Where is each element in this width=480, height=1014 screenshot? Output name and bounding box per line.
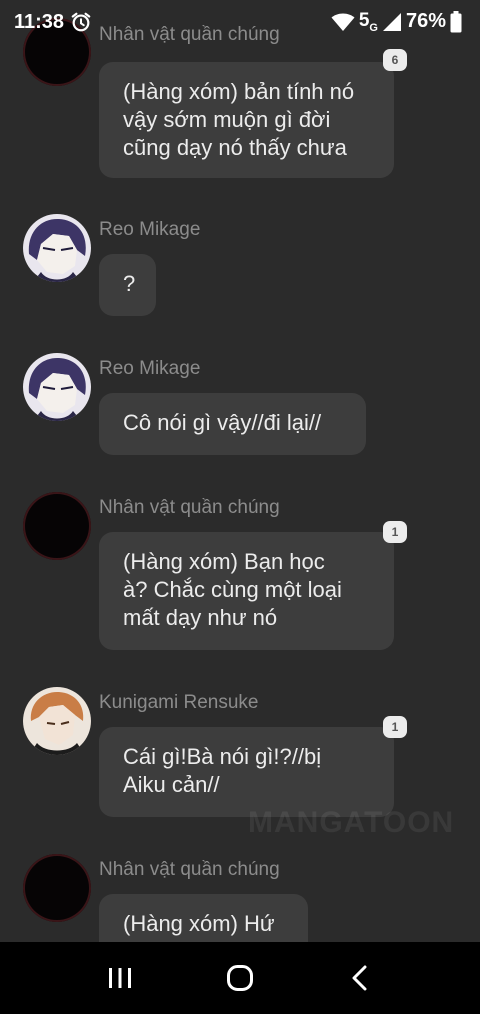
home-icon (227, 965, 253, 991)
message-line: Aiku cản// (123, 772, 220, 797)
message-bubble[interactable]: Cái gì!Bà nói gì!?//bị Aiku cản// (99, 727, 394, 817)
kunigami-avatar-image (23, 687, 91, 755)
message-line: cũng dạy nó thấy chưa (123, 135, 347, 160)
reo-avatar-image (23, 353, 91, 421)
recents-button[interactable] (90, 948, 150, 1008)
back-button[interactable] (330, 948, 390, 1008)
network-type: 5G (358, 10, 378, 34)
wifi-icon (331, 13, 355, 31)
avatar[interactable] (23, 854, 91, 922)
message-line: à? Chắc cùng một loại (123, 577, 342, 602)
battery-percent: 76% (405, 10, 446, 33)
comment-count-badge[interactable]: 6 (383, 49, 407, 71)
status-left: 11:38 (14, 11, 92, 34)
sender-name: Nhân vật quần chúng (99, 859, 280, 880)
message-line: (Hàng xóm) Hứ (123, 911, 275, 936)
sender-name: Kunigami Rensuke (99, 692, 259, 713)
comment-count-badge[interactable]: 1 (383, 716, 407, 738)
reo-avatar-image (23, 214, 91, 282)
message-line: vậy sớm muộn gì đời (123, 107, 331, 132)
message-line: mất dạy như nó (123, 605, 278, 630)
message-line: (Hàng xóm) Bạn học (123, 549, 325, 574)
avatar[interactable] (23, 353, 91, 421)
recents-icon (109, 968, 131, 988)
signal-icon (382, 12, 401, 31)
message-line: (Hàng xóm) bản tính nó (123, 79, 355, 104)
message-line: Cái gì!Bà nói gì!?//bị (123, 744, 322, 769)
status-bar: 11:38 5G 76% (0, 0, 480, 44)
watermark-logo: MANGATOON (248, 806, 455, 839)
alarm-icon (71, 12, 91, 32)
message-bubble[interactable]: ? (99, 254, 156, 316)
avatar[interactable] (23, 492, 91, 560)
back-icon (352, 965, 367, 991)
avatar[interactable] (23, 214, 91, 282)
chat-list[interactable]: Nhân vật quần chúng (Hàng xóm) bản tính … (0, 0, 480, 942)
message-bubble[interactable]: (Hàng xóm) bản tính nó vậy sớm muộn gì đ… (99, 62, 394, 178)
sender-name: Reo Mikage (99, 358, 201, 379)
clock: 11:38 (14, 10, 65, 33)
system-nav-bar (0, 942, 480, 1014)
comment-count-badge[interactable]: 1 (383, 521, 407, 543)
message-line: ? (123, 271, 136, 296)
status-right: 5G 76% (331, 10, 462, 34)
battery-icon (450, 10, 462, 33)
message-bubble[interactable]: Cô nói gì vậy//đi lại// (99, 393, 366, 455)
sender-name: Reo Mikage (99, 219, 201, 240)
sender-name: Nhân vật quần chúng (99, 497, 280, 518)
message-bubble[interactable]: (Hàng xóm) Bạn học à? Chắc cùng một loại… (99, 532, 394, 650)
home-button[interactable] (210, 948, 270, 1008)
avatar[interactable] (23, 687, 91, 755)
message-line: Cô nói gì vậy//đi lại// (123, 410, 322, 435)
message-bubble[interactable]: (Hàng xóm) Hứ (99, 894, 308, 942)
